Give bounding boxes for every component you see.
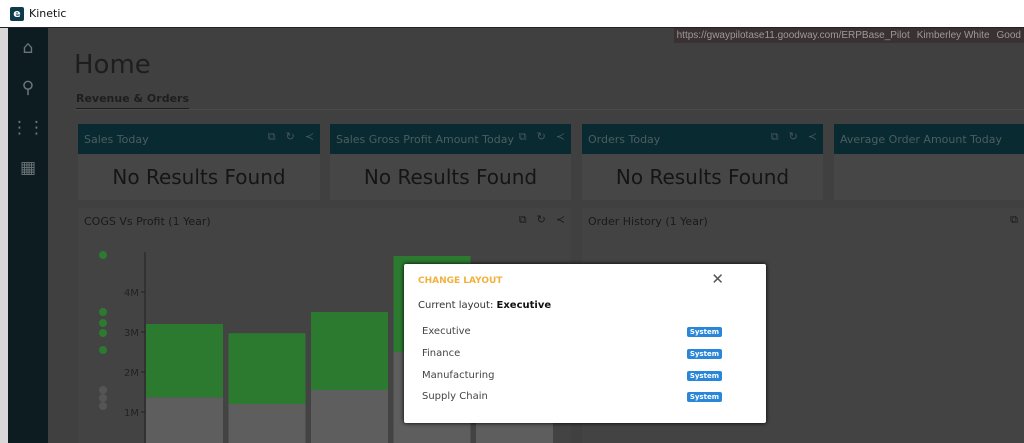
apps-grid-icon[interactable]: ⋮⋮ — [8, 108, 48, 148]
layout-option-executive[interactable]: Executive System — [422, 326, 722, 337]
layout-option-supply-chain[interactable]: Supply Chain System — [422, 391, 722, 402]
cogs-bar[interactable] — [311, 390, 388, 443]
refresh-icon[interactable]: ↻ — [789, 130, 798, 144]
current-layout: Current layout: Executive — [418, 300, 551, 311]
layout-option-finance[interactable]: Finance System — [422, 348, 722, 359]
current-layout-label: Current layout: — [418, 300, 494, 311]
cogs-bar[interactable] — [146, 397, 223, 443]
open-icon[interactable]: ⧉ — [519, 130, 527, 144]
window-titlebar: e Kinetic — [0, 0, 1024, 28]
legend-dot — [99, 319, 107, 327]
card-title: Average Order Amount Today — [840, 132, 1002, 146]
layout-option-manufacturing[interactable]: Manufacturing System — [422, 370, 722, 381]
card-title: Sales Gross Profit Amount Today — [336, 132, 514, 146]
y-tick-label: 1M — [124, 408, 139, 419]
option-label: Manufacturing — [422, 370, 495, 381]
home-icon[interactable]: ⌂ — [8, 28, 48, 68]
no-results: No Results Found — [615, 165, 790, 189]
card-title: Sales Today — [84, 132, 149, 146]
sidebar: ⌂ ⚲ ⋮⋮ ▦ — [8, 28, 48, 443]
option-label: Supply Chain — [422, 391, 488, 402]
system-badge: System — [686, 348, 722, 359]
share-icon[interactable]: ≺ — [305, 130, 314, 144]
cogs-bar[interactable] — [476, 420, 553, 443]
refresh-icon[interactable]: ↻ — [537, 130, 546, 144]
cogs-bar[interactable] — [228, 404, 306, 443]
share-icon[interactable]: ≺ — [808, 130, 817, 144]
current-layout-value: Executive — [496, 300, 552, 311]
search-icon[interactable]: ⚲ — [8, 68, 48, 108]
change-layout-dialog: CHANGE LAYOUT ✕ Current layout: Executiv… — [404, 264, 766, 423]
card-average-order: Average Order Amount Today — [834, 124, 1024, 200]
open-icon[interactable]: ⧉ — [268, 130, 276, 144]
system-badge: System — [686, 326, 722, 337]
tab-divider — [74, 109, 1024, 110]
page-title: Home — [74, 50, 151, 80]
option-label: Finance — [422, 348, 461, 359]
no-results: No Results Found — [363, 165, 538, 189]
open-icon[interactable]: ⧉ — [771, 130, 779, 144]
legend-dot — [99, 394, 107, 402]
y-tick-label: 3M — [124, 328, 139, 339]
card-sales-today: Sales Today ⧉ ↻ ≺ No Results Found — [78, 124, 320, 200]
legend-dot — [99, 251, 107, 259]
legend-dot — [99, 386, 107, 394]
no-results: No Results Found — [112, 165, 286, 189]
tab-revenue-orders[interactable]: Revenue & Orders — [76, 92, 190, 110]
profit-bar[interactable] — [146, 324, 223, 398]
legend-dot — [99, 329, 107, 337]
company: Good — [996, 30, 1021, 41]
url: https://gwaypilotase11.goodway.com/ERPBa… — [676, 30, 910, 41]
share-icon[interactable]: ≺ — [556, 130, 565, 144]
system-badge: System — [686, 391, 722, 402]
background-window-edge — [0, 0, 8, 443]
refresh-icon[interactable]: ↻ — [286, 130, 295, 144]
system-badge: System — [686, 370, 722, 381]
y-tick-label: 4M — [124, 288, 139, 299]
user-name: Kimberley White — [916, 30, 990, 41]
card-title: Orders Today — [588, 132, 661, 146]
dialog-title: CHANGE LAYOUT — [418, 276, 503, 286]
chart-title: Order History (1 Year) — [588, 215, 708, 228]
close-icon[interactable]: ✕ — [711, 270, 724, 288]
card-sales-gross-profit: Sales Gross Profit Amount Today ⧉ ↻ ≺ No R… — [330, 124, 571, 200]
y-tick-label: 2M — [124, 368, 139, 379]
option-label: Executive — [422, 326, 471, 337]
open-icon[interactable]: ⧉ — [1010, 213, 1018, 227]
dashboard-icon[interactable]: ▦ — [8, 148, 48, 188]
card-orders-today: Orders Today ⧉ ↻ ≺ No Results Found — [582, 124, 823, 200]
legend-dot — [99, 346, 107, 354]
url-bar: https://gwaypilotase11.goodway.com/ERPBa… — [673, 28, 1024, 43]
kinetic-logo-icon: e — [10, 6, 24, 21]
profit-bar[interactable] — [228, 333, 306, 404]
window-title: Kinetic — [29, 7, 67, 20]
profit-bar[interactable] — [311, 312, 388, 390]
legend-dot — [99, 308, 107, 316]
legend-dot — [99, 402, 107, 410]
